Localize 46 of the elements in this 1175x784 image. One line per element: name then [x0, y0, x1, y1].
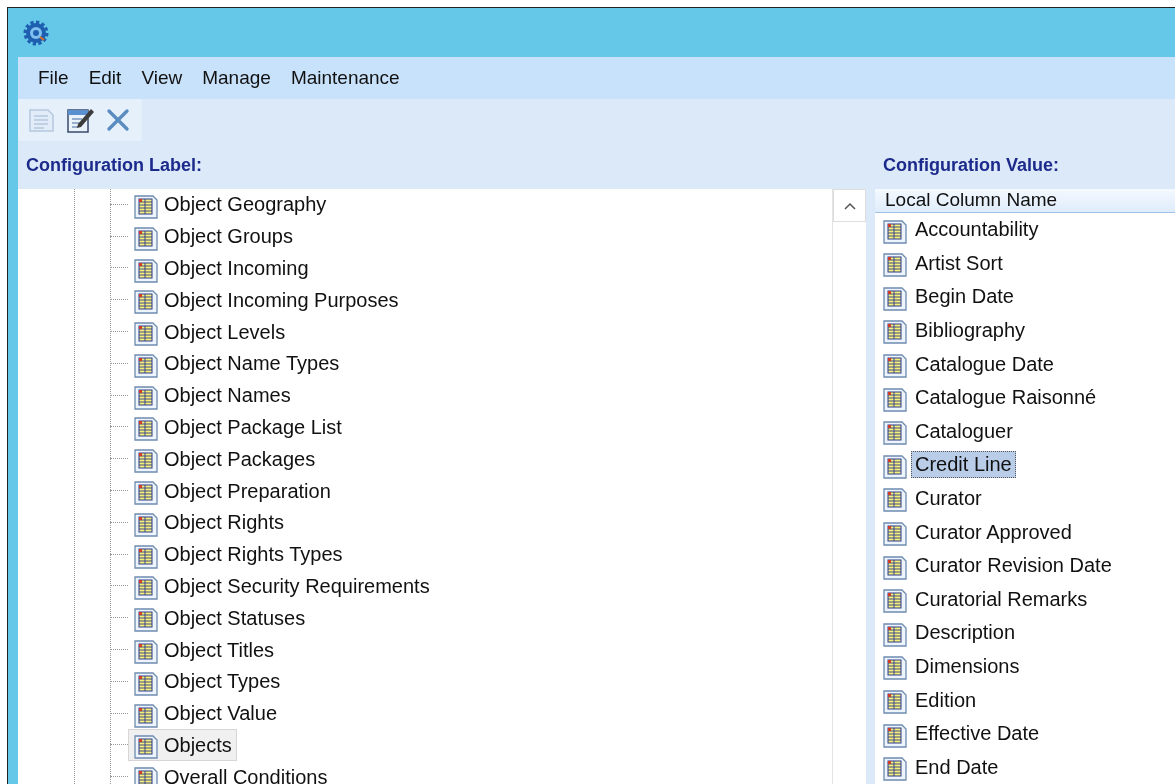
scroll-up-button[interactable]: [833, 189, 866, 222]
list-item[interactable]: Bibliography: [880, 315, 1030, 346]
list-item[interactable]: Catalogue Date: [880, 349, 1058, 380]
tree-item[interactable]: Object Geography: [128, 189, 332, 221]
list-item[interactable]: Edition: [880, 685, 981, 715]
menu-item[interactable]: File: [30, 63, 77, 93]
menu-item[interactable]: View: [133, 63, 191, 93]
gear-icon: [22, 18, 50, 47]
list-item[interactable]: Description: [880, 617, 1020, 648]
column-header[interactable]: Local Column Name: [875, 189, 1175, 213]
tree-item[interactable]: Overall Conditions: [128, 761, 333, 784]
list-item[interactable]: Curator: [880, 483, 986, 514]
tree-item[interactable]: Object Packages: [128, 443, 321, 476]
tree-item[interactable]: Object Rights: [128, 506, 290, 539]
tree-item[interactable]: Object Levels: [128, 316, 291, 349]
chevron-up-icon: [843, 201, 856, 210]
panel-heading: Configuration Value:: [882, 154, 1059, 176]
tree-item[interactable]: Object Security Requirements: [128, 570, 435, 603]
tree-item[interactable]: Object Titles: [128, 634, 280, 667]
list-item[interactable]: Dimensions: [880, 651, 1024, 682]
list-item[interactable]: Effective Date: [880, 718, 1044, 749]
tree-item[interactable]: Object Package List: [128, 411, 347, 444]
list-item[interactable]: Curator Approved: [880, 517, 1076, 548]
tree-item[interactable]: Object Incoming: [128, 252, 314, 285]
list-item[interactable]: Curatorial Remarks: [880, 584, 1092, 615]
tree-item[interactable]: Object Incoming Purposes: [128, 284, 404, 317]
tree-item[interactable]: Object Statuses: [128, 602, 311, 635]
menu-item[interactable]: Maintenance: [282, 63, 408, 93]
menu-item[interactable]: Edit: [80, 63, 130, 93]
menu-item[interactable]: Manage: [194, 63, 279, 93]
list-item[interactable]: End Date: [880, 752, 1003, 783]
tree-item[interactable]: Object Groups: [128, 220, 298, 253]
list-item[interactable]: Catalogue Raisonné: [880, 382, 1101, 413]
list-item[interactable]: Begin Date: [880, 281, 1018, 312]
tree-item[interactable]: Object Preparation: [128, 475, 336, 508]
tree-item[interactable]: Object Value: [128, 697, 283, 730]
list-item[interactable]: Accountability: [880, 214, 1043, 245]
tree-item[interactable]: Objects: [128, 729, 237, 762]
tree-item[interactable]: Object Rights Types: [128, 538, 348, 571]
list-item[interactable]: Artist Sort: [880, 248, 1007, 279]
tree-item[interactable]: Object Names: [128, 379, 296, 412]
tree-item[interactable]: Object Types: [128, 665, 286, 698]
list-item[interactable]: Cataloguer: [880, 416, 1017, 447]
panel-heading: Configuration Label:: [25, 154, 203, 176]
tree-item[interactable]: Object Name Types: [128, 347, 345, 380]
list-item[interactable]: Curator Revision Date: [880, 550, 1116, 581]
